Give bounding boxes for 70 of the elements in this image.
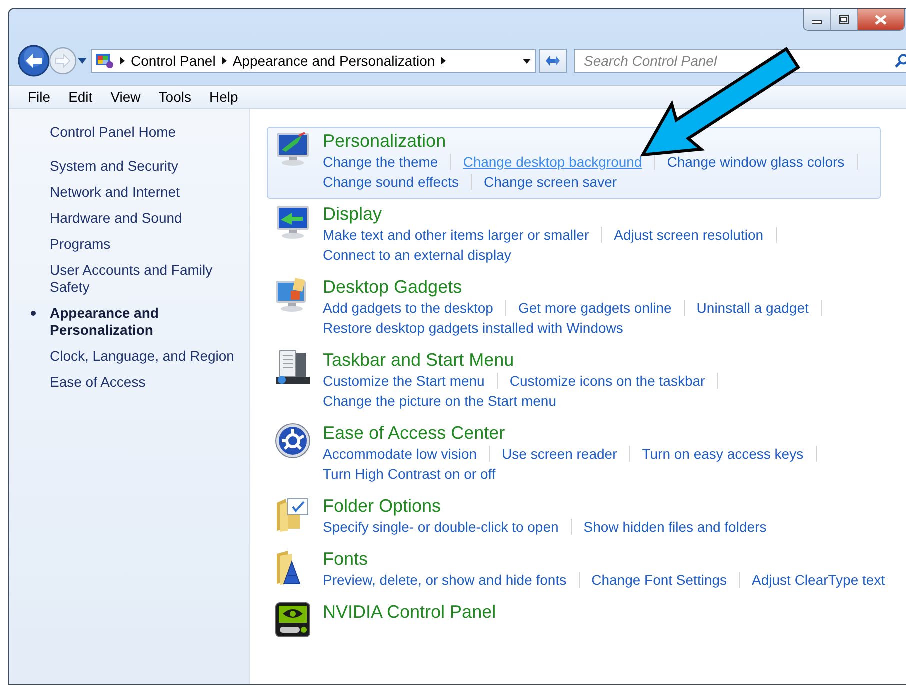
task-link[interactable]: Turn High Contrast on or off [323, 466, 496, 482]
task-link[interactable]: Change Font Settings [592, 572, 728, 588]
close-icon [875, 14, 887, 24]
task-link[interactable]: Show hidden files and folders [584, 519, 767, 535]
task-link[interactable]: Make text and other items larger or smaller [323, 227, 590, 243]
chevron-icon[interactable] [222, 57, 227, 65]
sidebar-link[interactable]: System and Security [50, 158, 240, 175]
task-link[interactable]: Customize the Start menu [323, 373, 485, 389]
caret-icon [78, 58, 87, 64]
monitor-icon[interactable] [274, 203, 312, 241]
address-bar[interactable]: Control Panel Appearance and Personalization [91, 49, 536, 73]
breadcrumb[interactable]: Appearance and Personalization [232, 53, 436, 69]
task-link[interactable]: Preview, delete, or show and hide fonts [323, 572, 567, 588]
task-link[interactable]: Use screen reader [502, 446, 618, 462]
menu-item[interactable]: View [102, 89, 150, 105]
refresh-button[interactable] [539, 49, 567, 73]
chevron-icon[interactable] [120, 57, 125, 65]
sidebar-link[interactable]: Control Panel Home [50, 124, 249, 140]
task-link[interactable]: Get more gadgets online [518, 300, 672, 316]
category-link[interactable]: Fonts [323, 548, 886, 570]
monitor-icon[interactable] [274, 130, 312, 168]
menu-item[interactable]: File [19, 89, 60, 105]
category-link[interactable]: NVIDIA Control Panel [323, 601, 496, 623]
maximize-icon [839, 15, 849, 24]
menu-item[interactable]: Edit [60, 89, 102, 105]
dial-icon[interactable] [274, 422, 312, 460]
recent-pages-button[interactable] [78, 58, 87, 64]
graphics-card-icon[interactable] [274, 601, 312, 639]
task-link[interactable]: Change the theme [323, 154, 438, 170]
task-link[interactable]: Add gadgets to the desktop [323, 300, 494, 316]
task-link[interactable]: Uninstall a gadget [696, 300, 809, 316]
taskbar-icon[interactable] [274, 349, 312, 387]
search-icon[interactable] [895, 54, 906, 68]
task-link[interactable]: Adjust ClearType text [752, 572, 886, 588]
task-link[interactable]: Change desktop background [463, 154, 642, 170]
task-link[interactable]: Customize icons on the taskbar [510, 373, 706, 389]
search-input[interactable]: Search Control Panel [584, 53, 895, 69]
sidebar-link[interactable]: Clock, Language, and Region [50, 348, 240, 365]
search-field[interactable]: Search Control Panel [574, 49, 906, 73]
maximize-button[interactable] [831, 9, 858, 30]
category-link[interactable]: Desktop Gadgets [323, 276, 834, 298]
task-link[interactable]: Change the picture on the Start menu [323, 393, 556, 409]
task-link[interactable]: Connect to an external display [323, 247, 512, 263]
category-link[interactable]: Ease of Access Center [323, 422, 829, 444]
chevron-icon[interactable] [441, 57, 446, 65]
close-button[interactable] [858, 9, 904, 30]
category-link[interactable]: Display [323, 203, 789, 225]
control-panel-icon [96, 53, 114, 69]
sidebar-link[interactable]: User Accounts and Family Safety [50, 262, 240, 296]
category-link[interactable]: Taskbar and Start Menu [323, 349, 730, 371]
task-link[interactable]: Specify single- or double-click to open [323, 519, 559, 535]
sidebar-link[interactable]: Ease of Access [50, 374, 240, 391]
breadcrumb[interactable]: Control Panel [131, 53, 216, 69]
task-link[interactable]: Change window glass colors [667, 154, 845, 170]
sidebar-link[interactable]: Network and Internet [50, 184, 240, 201]
sidebar-link[interactable]: Programs [50, 236, 240, 253]
sidebar-link[interactable]: Hardware and Sound [50, 210, 240, 227]
menu-item[interactable]: Help [200, 89, 248, 105]
task-link[interactable]: Accommodate low vision [323, 446, 478, 462]
minimize-button[interactable] [804, 9, 831, 30]
task-link[interactable]: Turn on easy access keys [642, 446, 804, 462]
task-link[interactable]: Restore desktop gadgets installed with Windows [323, 320, 624, 336]
category-link[interactable]: Personalization [323, 130, 870, 152]
category-link[interactable]: Folder Options [323, 495, 767, 517]
menu-item[interactable]: Tools [150, 89, 200, 105]
task-link[interactable]: Change sound effects [323, 174, 459, 190]
sidebar-link[interactable]: Appearance and Personalization [50, 305, 240, 339]
task-link[interactable]: Adjust screen resolution [614, 227, 764, 243]
back-button[interactable] [17, 44, 51, 78]
task-link[interactable]: Change screen saver [484, 174, 618, 190]
